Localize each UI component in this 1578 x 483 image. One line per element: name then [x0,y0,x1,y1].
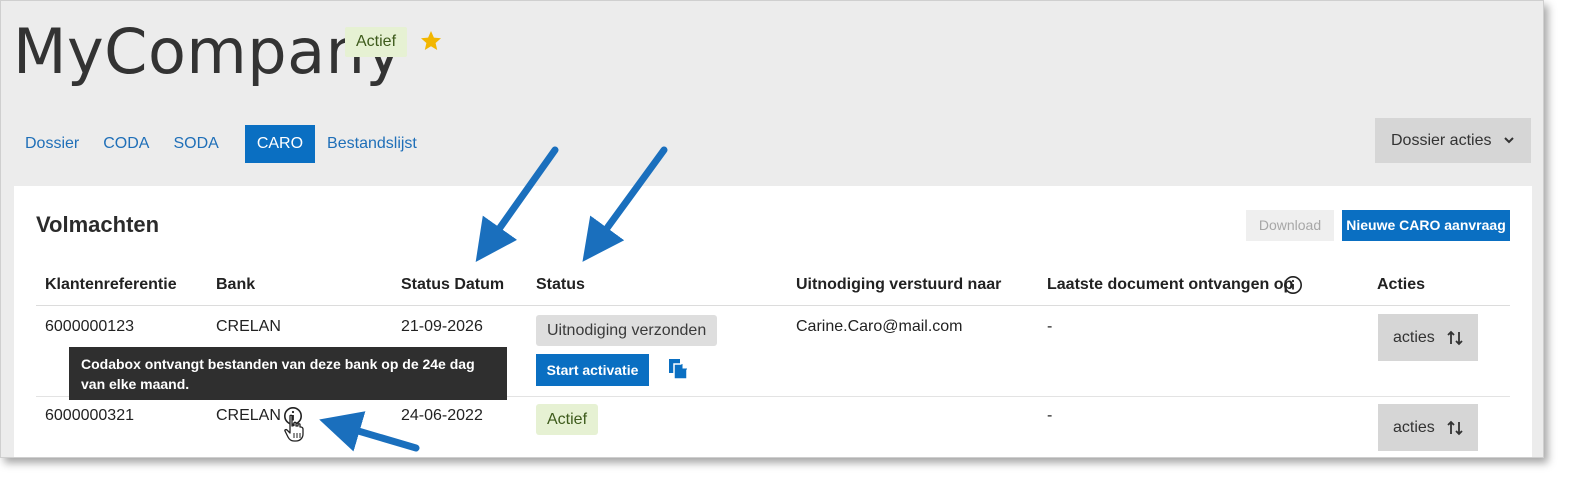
bank-tooltip: Codabox ontvangt bestanden van deze bank… [69,347,507,400]
column-header-bank[interactable]: Bank [216,276,255,294]
tab-bestandslijst[interactable]: Bestandslijst [327,125,417,163]
tab-dossier[interactable]: Dossier [25,125,79,163]
row2-last-document: - [1047,407,1053,424]
column-header-actions: Acties [1377,276,1426,293]
copy-icon[interactable] [668,358,688,380]
tab-bar: Dossier CODA SODA CARO Bestandslijst [25,125,441,163]
sort-icon [1447,330,1463,346]
row2-actions-button[interactable]: acties [1378,404,1478,451]
chevron-down-icon [1504,137,1514,144]
row1-client-ref: 6000000123 [45,318,134,335]
info-icon[interactable] [1283,275,1303,295]
section-title: Volmachten [36,212,160,237]
new-caro-request-button[interactable]: Nieuwe CARO aanvraag [1342,210,1510,241]
status-badge: Actief [345,27,408,57]
row1-actions-label: acties [1393,328,1435,346]
download-button[interactable]: Download [1246,210,1334,241]
row1-actions-button[interactable]: acties [1378,314,1478,361]
row1-bank: CRELAN [216,318,281,335]
row2-actions-label: acties [1393,418,1435,436]
column-header-status-date[interactable]: Status Datum [401,276,504,294]
column-header-last-document[interactable]: Laatste document ontvangen op [1047,276,1293,294]
tab-coda[interactable]: CODA [103,125,149,163]
dossier-actions-label: Dossier acties [1391,131,1492,149]
dossier-actions-button[interactable]: Dossier acties [1375,118,1531,163]
volmachten-panel: Volmachten Download Nieuwe CARO aanvraag… [14,186,1532,457]
hand-cursor-icon [284,414,304,442]
column-header-invitation-sent-to[interactable]: Uitnodiging verstuurd naar [796,276,1001,294]
header-divider [36,305,1510,306]
tab-caro[interactable]: CARO [244,125,316,163]
column-header-client-ref[interactable]: Klantenreferentie [45,276,177,294]
row1-last-document: - [1047,318,1053,335]
start-activation-button[interactable]: Start activatie [536,354,649,386]
row1-invitation-email: Carine.Caro@mail.com [796,318,963,335]
row2-bank: CRELAN [216,407,281,424]
tab-soda[interactable]: SODA [173,125,218,163]
star-icon[interactable] [419,29,443,53]
row2-client-ref: 6000000321 [45,407,134,424]
sort-icon [1447,420,1463,436]
row2-status-date: 24-06-2022 [401,407,483,424]
row1-status-date: 21-09-2026 [401,318,483,335]
row2-status-badge: Actief [536,404,599,435]
column-header-status[interactable]: Status [536,276,585,294]
row1-status-badge: Uitnodiging verzonden [536,315,718,346]
